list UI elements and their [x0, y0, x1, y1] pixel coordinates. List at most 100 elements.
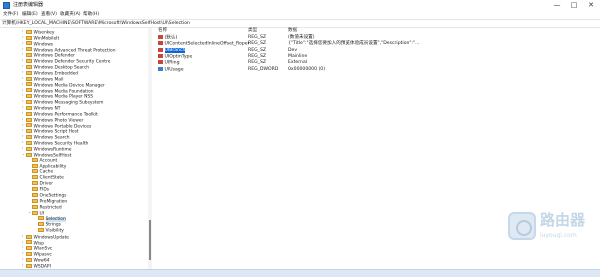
- tree-item-label: OneSettings: [39, 193, 67, 199]
- value-name: UIOptinType: [164, 54, 193, 60]
- tree-item[interactable]: Cache: [28, 169, 53, 175]
- menu-file[interactable]: 文件(F): [3, 11, 18, 19]
- folder-icon: [32, 211, 38, 216]
- value-row[interactable]: UIContentSelectedInlineOffset_Roper REG_S…: [158, 41, 588, 47]
- tree-item[interactable]: › WindowsRuntime: [22, 146, 71, 152]
- tree-item[interactable]: › Windows Defender Security Centre: [22, 58, 110, 64]
- tree-item[interactable]: › Windows Embedded: [22, 70, 78, 76]
- value-data: External: [288, 60, 308, 66]
- folder-icon: [26, 140, 32, 145]
- tree-item[interactable]: FIDs: [28, 186, 50, 193]
- folder-icon: [38, 222, 44, 227]
- tree-item[interactable]: › Wisp: [22, 240, 44, 246]
- tree-item[interactable]: › Windows: [22, 41, 53, 47]
- folder-icon: [26, 234, 32, 239]
- tree-item[interactable]: › Wlpasvc: [22, 251, 52, 257]
- tree-item[interactable]: › Windows Media Player NSS: [22, 93, 93, 99]
- tree-item[interactable]: ClientState: [28, 175, 64, 181]
- menu-favorites[interactable]: 收藏夹(A): [60, 11, 81, 19]
- tree-item[interactable]: › Windows Script Host: [22, 128, 79, 134]
- folder-icon: [26, 246, 32, 251]
- folder-icon: [32, 192, 38, 197]
- column-header-data[interactable]: 数据: [288, 28, 297, 34]
- menu-edit[interactable]: 编辑(E): [22, 11, 38, 19]
- tree-item[interactable]: › Windows Advanced Threat Protection: [22, 47, 115, 53]
- string-value-icon: [158, 35, 163, 39]
- folder-icon: [26, 123, 32, 128]
- tree-item[interactable]: Selection: [34, 216, 66, 222]
- tree-item[interactable]: › Windows Portable Devices: [22, 123, 91, 129]
- folder-icon: [38, 216, 44, 221]
- string-value-icon: [158, 41, 163, 46]
- minimize-button[interactable]: —: [550, 0, 564, 11]
- tree-item[interactable]: › Windows Search: [22, 134, 70, 140]
- tree-item-label: Selection: [45, 216, 66, 222]
- tree-item[interactable]: › Windows Media Foundation: [22, 88, 94, 94]
- maximize-button[interactable]: □: [567, 0, 581, 11]
- tree-item-label: Strings: [45, 222, 61, 228]
- value-name: UIBranch: [164, 48, 186, 54]
- address-bar[interactable]: 计算机\HKEY_LOCAL_MACHINE\SOFTWARE\Microsof…: [0, 19, 600, 28]
- tree-item[interactable]: › WindowsUpdate: [22, 234, 69, 240]
- taskbar: [0, 269, 600, 277]
- folder-icon: [32, 198, 38, 203]
- tree-item[interactable]: › WinMobileIt: [22, 35, 59, 41]
- tree-item[interactable]: Driver: [28, 181, 53, 187]
- tree-item[interactable]: › Windows Photo Viewer: [22, 117, 83, 123]
- tree-item[interactable]: ⌄ WindowsSelfHost: [22, 152, 71, 158]
- close-button[interactable]: ✕: [584, 0, 598, 11]
- tree-item[interactable]: › WSDAPI: [22, 263, 51, 269]
- value-row[interactable]: UIOptinType REG_SZ Mainline: [158, 53, 588, 60]
- tree-item[interactable]: › Wow64: [22, 257, 49, 263]
- tree-scrollbar-thumb[interactable]: [149, 220, 151, 260]
- tree-item[interactable]: OneSettings: [28, 192, 67, 199]
- folder-icon: [32, 163, 38, 168]
- tree-item-label: Cache: [39, 169, 54, 175]
- folder-icon: [26, 82, 32, 87]
- binary-value-icon: [158, 66, 163, 71]
- folder-icon: [32, 175, 38, 180]
- tree-item-label: ClientState: [39, 175, 64, 181]
- column-header-name[interactable]: 名称: [158, 28, 167, 34]
- menu-help[interactable]: 帮助(H): [83, 11, 99, 19]
- address-path[interactable]: 计算机\HKEY_LOCAL_MACHINE\SOFTWARE\Microsof…: [2, 20, 190, 28]
- tree-item[interactable]: › Windows Desktop Search: [22, 64, 89, 70]
- tree-item[interactable]: Visibility: [34, 227, 64, 234]
- tree-item[interactable]: › Windows NT: [22, 105, 60, 111]
- folder-icon: [26, 88, 32, 93]
- tree-item[interactable]: ⌄ UI: [28, 210, 44, 216]
- tree-item[interactable]: › Windows Mail: [22, 76, 63, 82]
- folder-icon: [32, 169, 38, 174]
- tree-item[interactable]: Account: [28, 157, 57, 164]
- key-tree-pane[interactable]: › Wisenkey › WinMobileIt › Windows › Windows Ad…: [0, 28, 152, 277]
- tree-item[interactable]: › WlanSvc: [22, 245, 52, 251]
- menu-view[interactable]: 查看(V): [41, 11, 57, 19]
- router-logo-icon: [508, 212, 536, 240]
- value-name: UIRing: [164, 60, 180, 66]
- folder-icon: [26, 99, 32, 104]
- value-data: {"Title":"选择您要加入的预览体验成员设置","Description"…: [288, 41, 420, 47]
- folder-icon: [32, 181, 38, 186]
- tree-item[interactable]: › Windows Media Device Manager: [22, 82, 105, 88]
- value-row[interactable]: UIUsage REG_DWORD 0x00000000 (0): [158, 66, 588, 73]
- column-header-type[interactable]: 类型: [248, 28, 257, 34]
- title-bar: 注册表编辑器 — □ ✕: [0, 0, 600, 11]
- string-value-icon: [158, 53, 163, 58]
- tree-item[interactable]: Applicability: [28, 163, 66, 170]
- tree-item[interactable]: › Windows Security Health: [22, 140, 88, 146]
- tree-item[interactable]: Restricted: [28, 204, 62, 211]
- tree-item[interactable]: › Windows Performance Toolkit: [22, 111, 98, 117]
- value-name: (默认): [164, 35, 178, 41]
- string-value-icon: [158, 47, 163, 52]
- tree-item[interactable]: › Wisenkey: [22, 29, 54, 35]
- value-row[interactable]: UIBranch REG_SZ Dev: [158, 47, 588, 54]
- value-data: 0x00000000 (0): [288, 66, 325, 72]
- tree-item[interactable]: PreMigration: [28, 198, 67, 205]
- tree-item-label: FIDs: [39, 187, 50, 193]
- value-row[interactable]: UIRing REG_SZ External: [158, 60, 588, 66]
- tree-item[interactable]: › Windows Messaging Subsystem: [22, 99, 103, 105]
- folder-icon: [26, 29, 32, 34]
- tree-item[interactable]: › Windows Defender: [22, 52, 75, 58]
- tree-item[interactable]: Strings: [34, 222, 61, 228]
- folder-icon: [26, 135, 32, 140]
